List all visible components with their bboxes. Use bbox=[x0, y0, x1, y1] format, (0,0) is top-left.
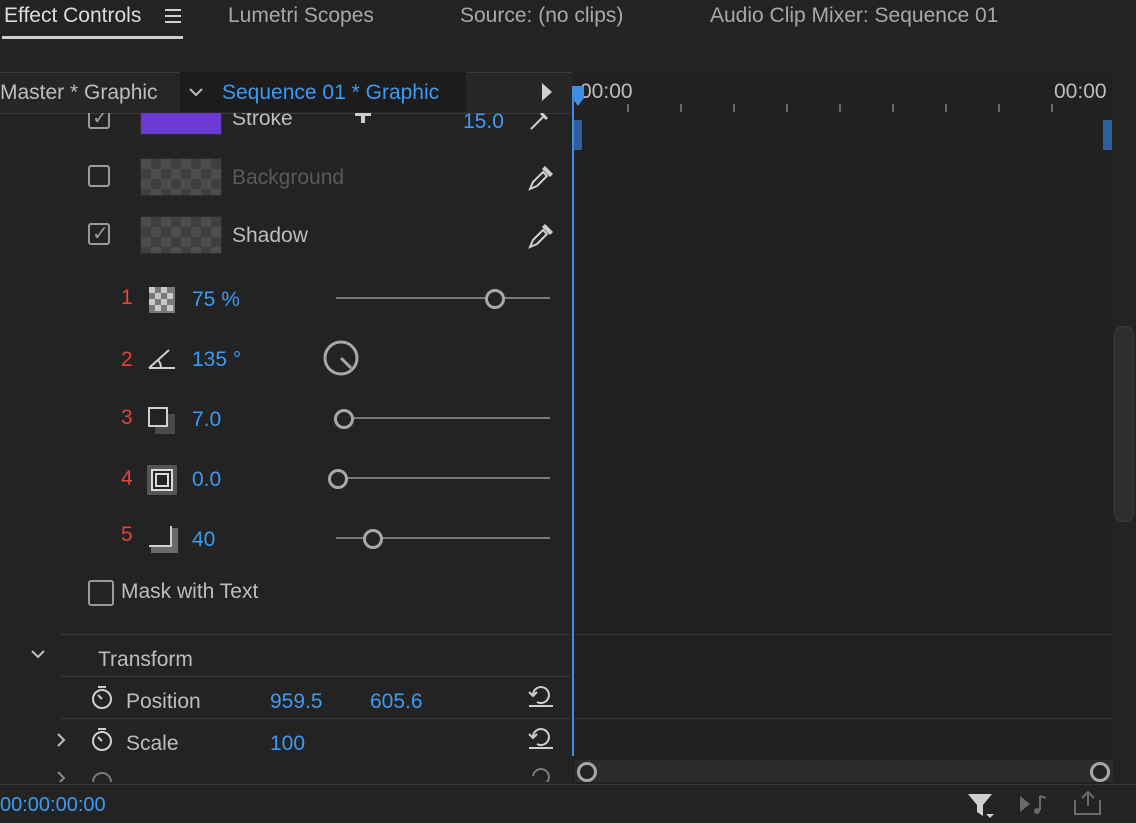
shadow-size-value[interactable]: 0.0 bbox=[192, 468, 221, 492]
size-slider-track[interactable] bbox=[330, 477, 550, 479]
stroke-checkbox[interactable]: ✓ bbox=[88, 113, 110, 129]
timeline-divider bbox=[575, 634, 1113, 635]
distance-slider-handle[interactable] bbox=[334, 409, 354, 429]
stopwatch-icon[interactable] bbox=[90, 727, 114, 753]
chevron-right-icon[interactable] bbox=[55, 770, 67, 782]
reset-parameter-icon[interactable] bbox=[527, 724, 555, 750]
reset-parameter-icon[interactable] bbox=[527, 682, 555, 708]
background-color-swatch[interactable] bbox=[140, 158, 222, 196]
panel-tab-bar: Effect Controls Lumetri Scopes Source: (… bbox=[0, 0, 1136, 40]
eyedropper-icon[interactable] bbox=[527, 164, 555, 192]
checkerboard-opacity-icon bbox=[149, 287, 175, 313]
play-triangle-icon[interactable] bbox=[540, 82, 554, 102]
eyedropper-icon[interactable] bbox=[527, 113, 553, 131]
clip-in-marker bbox=[573, 120, 582, 150]
position-label: Position bbox=[126, 690, 201, 713]
chevron-down-icon[interactable] bbox=[30, 648, 46, 660]
shadow-checkbox[interactable]: ✓ bbox=[88, 223, 110, 245]
clipped-property-row bbox=[0, 762, 572, 782]
playhead-line[interactable] bbox=[572, 96, 574, 756]
effect-timeline[interactable] bbox=[573, 72, 1113, 784]
angle-icon bbox=[148, 349, 175, 369]
shadow-label: Shadow bbox=[232, 224, 308, 247]
stroke-label: Stroke bbox=[232, 113, 293, 130]
shadow-blur-value[interactable]: 40 bbox=[192, 528, 215, 552]
shadow-size-icon bbox=[147, 465, 177, 495]
shadow-prop-number: 2 bbox=[121, 348, 133, 371]
background-checkbox[interactable] bbox=[88, 165, 110, 187]
shadow-prop-number: 5 bbox=[121, 523, 133, 546]
background-label: Background bbox=[232, 166, 345, 189]
opacity-slider-handle[interactable] bbox=[485, 289, 506, 309]
eyedropper-icon[interactable] bbox=[527, 222, 555, 250]
section-divider bbox=[60, 676, 570, 677]
section-divider bbox=[60, 718, 570, 719]
timeline-ruler bbox=[627, 104, 1053, 112]
chevron-right-icon[interactable] bbox=[55, 732, 67, 748]
shadow-prop-number: 4 bbox=[121, 467, 133, 490]
shadow-prop-number: 3 bbox=[121, 406, 133, 429]
tab-audio-clip-mixer[interactable]: Audio Clip Mixer: Sequence 01 bbox=[710, 4, 998, 28]
transform-section-title[interactable]: Transform bbox=[98, 648, 193, 672]
export-frame-icon[interactable] bbox=[1072, 790, 1104, 818]
reset-parameter-icon[interactable] bbox=[527, 764, 555, 782]
tab-effect-controls[interactable]: Effect Controls bbox=[4, 4, 141, 28]
blur-slider-handle[interactable] bbox=[363, 529, 384, 549]
mask-with-text-checkbox[interactable] bbox=[88, 580, 114, 606]
angle-dial[interactable] bbox=[322, 339, 360, 377]
section-divider bbox=[60, 634, 570, 635]
position-y-value[interactable]: 605.6 bbox=[370, 690, 423, 714]
stroke-color-swatch[interactable] bbox=[140, 113, 222, 135]
shadow-distance-icon bbox=[148, 407, 175, 434]
timeline-zoom-bar[interactable] bbox=[575, 760, 1113, 782]
filter-icon[interactable] bbox=[966, 792, 996, 820]
panel-menu-icon[interactable] bbox=[164, 6, 182, 24]
stopwatch-icon[interactable] bbox=[90, 685, 114, 711]
tab-lumetri-scopes[interactable]: Lumetri Scopes bbox=[228, 4, 374, 28]
scale-label: Scale bbox=[126, 732, 179, 755]
shadow-color-swatch[interactable] bbox=[140, 216, 222, 254]
opacity-slider-track[interactable] bbox=[336, 297, 550, 299]
master-clip-label[interactable]: Master * Graphic bbox=[0, 81, 158, 105]
stopwatch-icon[interactable] bbox=[90, 768, 114, 782]
zoom-end-handle[interactable] bbox=[1090, 762, 1110, 782]
zoom-start-handle[interactable] bbox=[577, 762, 597, 782]
size-slider-handle[interactable] bbox=[328, 469, 348, 489]
mask-with-text-label: Mask with Text bbox=[121, 580, 259, 603]
sequence-clip-label[interactable]: Sequence 01 * Graphic bbox=[222, 81, 439, 105]
stroke-row: ✓ Stroke 15.0 bbox=[0, 113, 572, 143]
stroke-width-value[interactable]: 15.0 bbox=[463, 113, 504, 134]
plus-icon[interactable] bbox=[352, 113, 374, 125]
chevron-down-icon[interactable] bbox=[188, 86, 204, 98]
clip-out-marker bbox=[1103, 120, 1112, 150]
shadow-blur-icon bbox=[149, 526, 178, 553]
shadow-opacity-value[interactable]: 75 % bbox=[192, 288, 240, 312]
timeline-divider bbox=[575, 718, 1113, 719]
active-tab-indicator bbox=[2, 36, 183, 39]
shadow-distance-value[interactable]: 7.0 bbox=[192, 408, 221, 432]
position-x-value[interactable]: 959.5 bbox=[270, 690, 323, 714]
play-audio-icon[interactable] bbox=[1018, 792, 1050, 818]
distance-slider-track[interactable] bbox=[336, 417, 550, 419]
current-timecode[interactable]: 00:00:00:00 bbox=[0, 794, 106, 817]
playhead-handle-icon[interactable] bbox=[570, 86, 586, 108]
tab-source[interactable]: Source: (no clips) bbox=[460, 4, 623, 28]
scale-value[interactable]: 100 bbox=[270, 732, 305, 756]
shadow-angle-value[interactable]: 135 ° bbox=[192, 348, 241, 372]
shadow-prop-number: 1 bbox=[121, 286, 133, 309]
vertical-scrollbar[interactable] bbox=[1114, 326, 1134, 522]
